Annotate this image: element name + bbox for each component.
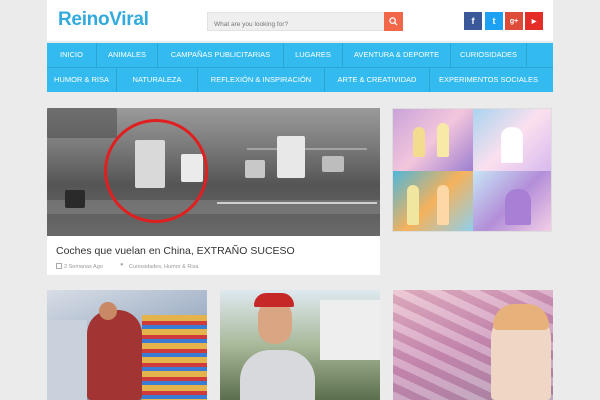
nav-item-animales[interactable]: ANIMALES bbox=[97, 43, 158, 67]
search-icon bbox=[389, 17, 398, 26]
search-box bbox=[207, 12, 403, 33]
youtube-icon[interactable]: ▶ bbox=[525, 12, 543, 30]
tag-icon: ● bbox=[120, 262, 124, 268]
google-plus-icon[interactable]: g+ bbox=[505, 12, 523, 30]
nav-item-experimentos[interactable]: EXPERIMENTOS SOCIALES bbox=[430, 68, 547, 92]
site-header: ReinoViral f t g+ ▶ bbox=[47, 0, 553, 41]
featured-title[interactable]: Coches que vuelan en China, EXTRAÑO SUCE… bbox=[56, 245, 295, 257]
highlight-circle bbox=[104, 119, 208, 223]
nav-item-inicio[interactable]: INICIO bbox=[47, 43, 97, 67]
post-card-2[interactable] bbox=[220, 290, 380, 400]
calendar-icon bbox=[56, 263, 62, 269]
ad-image-princesses bbox=[393, 109, 473, 171]
nav-item-naturaleza[interactable]: NATURALEZA bbox=[117, 68, 198, 92]
post-card-3[interactable] bbox=[393, 290, 553, 400]
main-navigation: INICIO ANIMALES CAMPAÑAS PUBLICITARIAS L… bbox=[47, 43, 553, 92]
nav-item-lugares[interactable]: LUGARES bbox=[284, 43, 343, 67]
featured-image[interactable] bbox=[47, 108, 380, 236]
post-date: 2 Semanas Ago bbox=[64, 264, 103, 270]
nav-item-arte[interactable]: ARTE & CREATIVIDAD bbox=[325, 68, 430, 92]
post-categories[interactable]: Curiosidades, Humor & Risa bbox=[129, 264, 198, 270]
facebook-icon[interactable]: f bbox=[464, 12, 482, 30]
nav-item-curiosidades[interactable]: CURIOSIDADES bbox=[451, 43, 527, 67]
nav-item-aventura[interactable]: AVENTURA & DEPORTE bbox=[343, 43, 451, 67]
twitter-icon[interactable]: t bbox=[485, 12, 503, 30]
search-input[interactable] bbox=[208, 16, 384, 33]
post-card-1[interactable] bbox=[47, 290, 207, 400]
nav-item-humor[interactable]: HUMOR & RISA bbox=[47, 68, 117, 92]
featured-post[interactable]: Coches que vuelan en China, EXTRAÑO SUCE… bbox=[47, 108, 380, 275]
nav-item-reflexion[interactable]: REFLEXIÓN & INSPIRACIÓN bbox=[198, 68, 325, 92]
search-button[interactable] bbox=[384, 12, 403, 31]
ad-banner[interactable] bbox=[392, 108, 552, 232]
site-logo[interactable]: ReinoViral bbox=[58, 9, 149, 31]
ad-image-frozen bbox=[393, 171, 473, 231]
nav-item-campanas[interactable]: CAMPAÑAS PUBLICITARIAS bbox=[158, 43, 284, 67]
